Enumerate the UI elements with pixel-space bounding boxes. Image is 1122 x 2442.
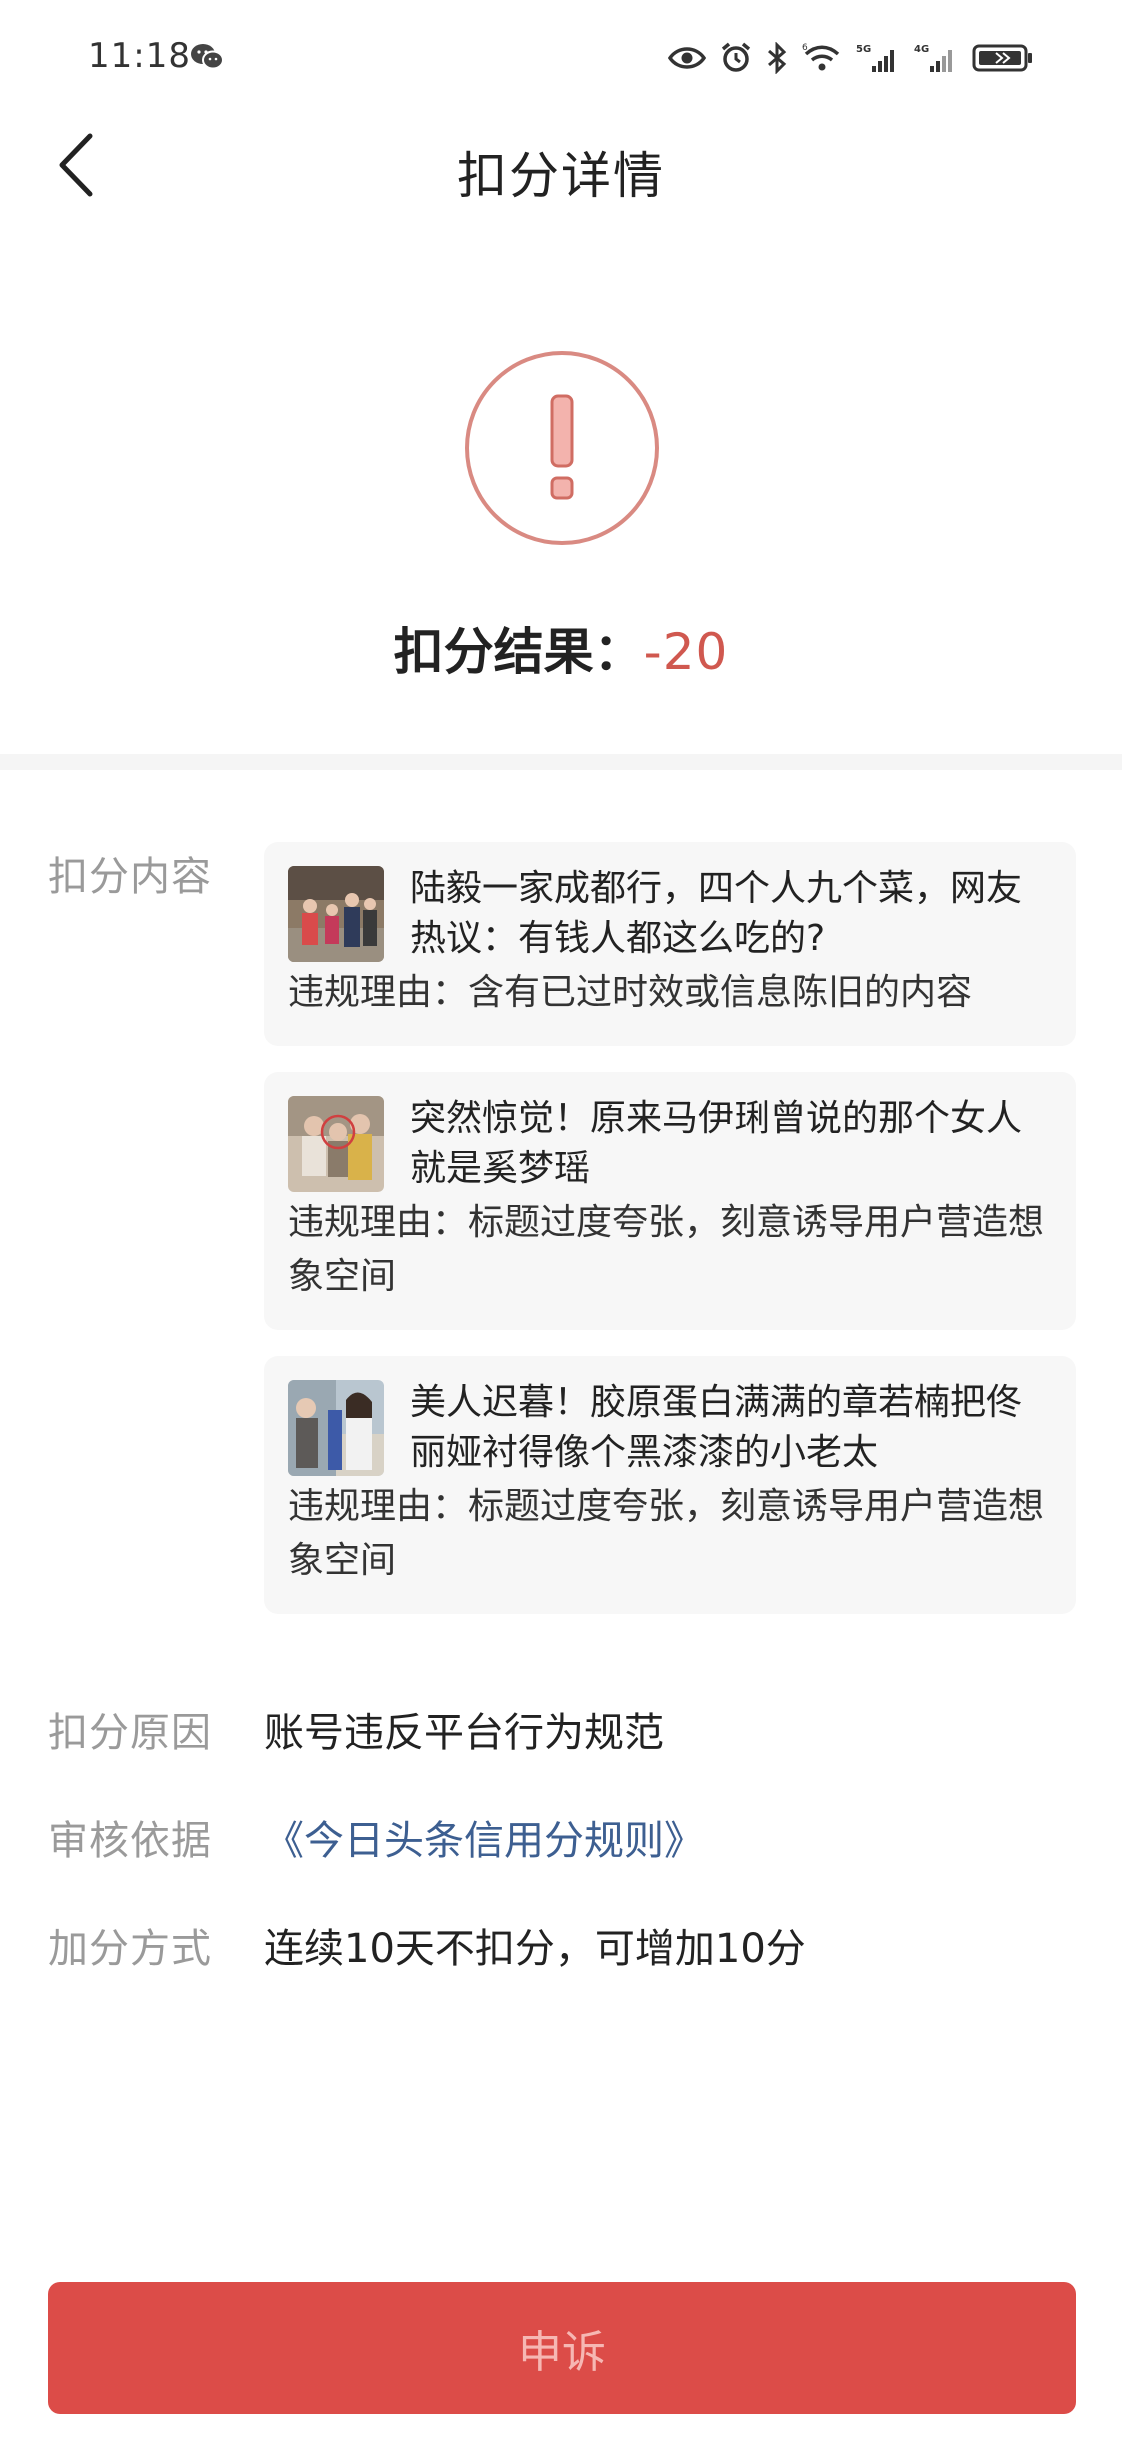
article-thumbnail — [288, 866, 384, 962]
page-title: 扣分详情 — [457, 147, 665, 205]
result-value: -20 — [643, 623, 729, 681]
bonus-label: 加分方式 — [48, 1926, 212, 1972]
article-title: 陆毅一家成都行，四个人九个菜，网友热议：有钱人都这么吃的? — [410, 868, 1023, 959]
wifi-icon: 6 — [802, 42, 842, 74]
penalty-item-card[interactable]: 美人迟暮！胶原蛋白满满的章若楠把佟丽娅衬得像个黑漆漆的小老太 违规理由：标题过度… — [264, 1356, 1076, 1614]
header: 扣分详情 — [0, 110, 1122, 220]
wechat-icon — [190, 42, 224, 72]
violation-reason: 违规理由：含有已过时效或信息陈旧的内容 — [288, 972, 973, 1013]
status-bar: 11:18 6 5G 4G — [0, 0, 1122, 110]
penalty-items-list: 陆毅一家成都行，四个人九个菜，网友热议：有钱人都这么吃的? 违规理由：含有已过时… — [264, 842, 1076, 1640]
result-line: 扣分结果：-20 — [0, 612, 1122, 684]
eye-icon — [668, 45, 706, 71]
exclamation-circle-icon — [464, 350, 660, 546]
article-title: 美人迟暮！胶原蛋白满满的章若楠把佟丽娅衬得像个黑漆漆的小老太 — [410, 1382, 1023, 1473]
reason-value: 账号违反平台行为规范 — [264, 1710, 664, 1756]
alarm-icon — [720, 42, 752, 74]
signal-4g-icon: 4G — [914, 42, 958, 74]
article-thumbnail — [288, 1096, 384, 1192]
status-time: 11:18 — [88, 36, 191, 76]
svg-text:6: 6 — [802, 43, 808, 53]
bonus-value: 连续10天不扣分，可增加10分 — [264, 1926, 806, 1972]
basis-label: 审核依据 — [48, 1818, 212, 1864]
violation-reason: 违规理由：标题过度夸张，刻意诱导用户营造想象空间 — [288, 1486, 1045, 1581]
credit-rules-link[interactable]: 《今日头条信用分规则》 — [264, 1808, 704, 1866]
article-title: 突然惊觉！原来马伊琍曾说的那个女人就是奚梦瑶 — [410, 1098, 1023, 1189]
violation-reason: 违规理由：标题过度夸张，刻意诱导用户营造想象空间 — [288, 1202, 1045, 1297]
article-thumbnail — [288, 1380, 384, 1476]
penalty-item-card[interactable]: 陆毅一家成都行，四个人九个菜，网友热议：有钱人都这么吃的? 违规理由：含有已过时… — [264, 842, 1076, 1046]
bluetooth-icon — [766, 42, 788, 74]
content-label: 扣分内容 — [48, 854, 212, 900]
signal-5g-icon: 5G — [856, 42, 900, 74]
appeal-button[interactable]: 申诉 — [48, 2282, 1076, 2414]
svg-text:5G: 5G — [856, 44, 871, 55]
section-divider — [0, 754, 1122, 770]
reason-label: 扣分原因 — [48, 1710, 212, 1756]
status-icons: 6 5G 4G — [668, 38, 1034, 78]
penalty-item-card[interactable]: 突然惊觉！原来马伊琍曾说的那个女人就是奚梦瑶 违规理由：标题过度夸张，刻意诱导用… — [264, 1072, 1076, 1330]
result-label: 扣分结果： — [393, 623, 644, 681]
battery-icon — [972, 43, 1034, 73]
svg-text:4G: 4G — [914, 44, 929, 55]
